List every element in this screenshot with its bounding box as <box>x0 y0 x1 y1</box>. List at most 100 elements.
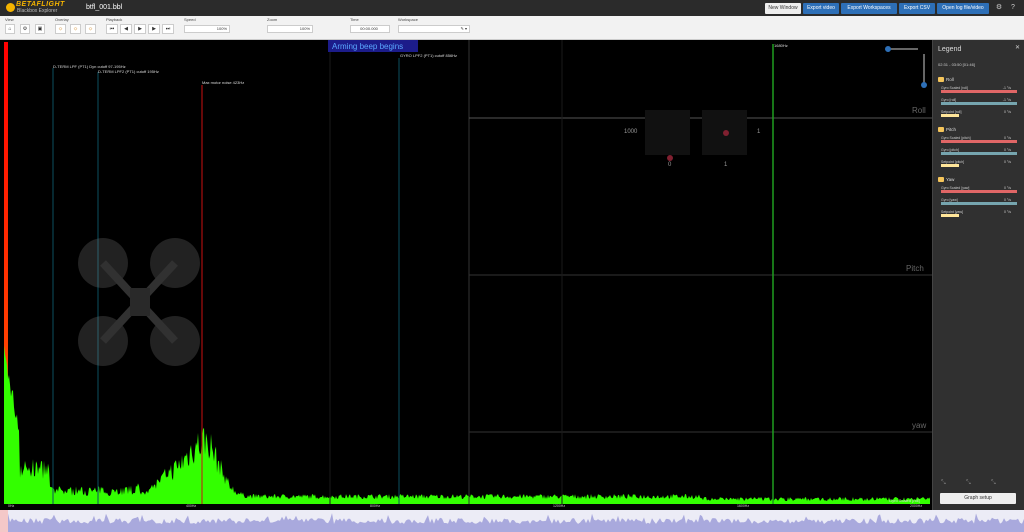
legend-section-pitch[interactable]: Pitch <box>938 127 957 133</box>
yaw-axis-name: yaw <box>912 421 927 430</box>
legend-item[interactable]: Gyro [yaw] 0 °/s <box>941 198 1019 207</box>
item-value: 0 °/s <box>1003 210 1011 214</box>
legend-title: Legend <box>938 46 962 53</box>
speed-label: Speed <box>184 17 196 22</box>
zoom-label: Zoom <box>267 17 278 22</box>
timeline-trace <box>0 513 1024 532</box>
legend-item[interactable]: Setpoint [yaw] 0 °/s <box>941 210 1019 219</box>
section-title: Pitch <box>946 127 957 132</box>
export-workspaces-button[interactable]: Export Workspaces <box>841 3 897 14</box>
settings-icon[interactable]: ⚙ <box>20 24 30 34</box>
stick-left-dot <box>667 155 673 161</box>
quad-overlay-icon <box>78 238 200 366</box>
home-icon[interactable]: ⌂ <box>5 24 15 34</box>
view-label: View <box>5 17 14 22</box>
pitch-axis-name: Pitch <box>906 264 924 273</box>
top-bar: BETAFLIGHT Blackbox Explorer btfl_001.bb… <box>0 0 1024 16</box>
x-tick-label: 400Hz <box>186 504 197 508</box>
close-icon[interactable]: ✕ <box>1015 44 1020 51</box>
expand-icon[interactable]: ⤡ <box>991 480 996 487</box>
step-back-icon[interactable]: ◀ <box>120 24 132 34</box>
workspace-label: Workspace <box>398 17 418 22</box>
legend-item[interactable]: Gyro [pitch] 0 °/s <box>941 148 1019 157</box>
section-title: Roll <box>946 77 954 82</box>
expand-icon[interactable]: ⤡ <box>941 480 946 487</box>
new-window-button[interactable]: New Window <box>765 3 801 14</box>
trace-name-label: Gyro Scaled [roll] <box>889 498 920 503</box>
stick-left-box <box>645 110 690 155</box>
step-forward-icon[interactable]: ▶ <box>148 24 160 34</box>
workspace-select[interactable]: ✎ ▾ <box>398 25 470 33</box>
item-color-bar <box>941 202 1017 205</box>
overlay-toggle-1[interactable]: ⬦ <box>55 24 66 34</box>
stick-value-label: 1 <box>757 129 761 135</box>
overlay-toggle-3[interactable]: ⬦ <box>85 24 96 34</box>
zoom-slider-handle[interactable] <box>885 46 891 52</box>
legend-panel: Legend ✕ 02:31 - 03:50 [01:46] Roll Gyro… <box>932 40 1024 510</box>
export-video-button[interactable]: Export video <box>803 3 839 14</box>
arming-banner-text: Arming beep begins <box>332 42 404 51</box>
x-tick-label: 1200Hz <box>553 504 566 508</box>
legend-item[interactable]: Setpoint [roll] 0 °/s <box>941 110 1019 119</box>
marker-1680-label: 1680Hz <box>774 43 788 48</box>
x-tick-label: 2000Hz <box>910 504 923 508</box>
overlay-toggle-2[interactable]: ⬦ <box>70 24 81 34</box>
export-csv-button[interactable]: Export CSV <box>899 3 935 14</box>
timeline-selection-start <box>0 510 8 532</box>
legend-section-roll[interactable]: Roll <box>938 77 954 83</box>
legend-item[interactable]: Gyro [roll] -1 °/s <box>941 98 1019 107</box>
gyro-lpf2-label: GYRO LPF2 (PT1) cutoff 856Hz <box>400 53 458 58</box>
graph-setup-button[interactable]: Graph setup <box>940 493 1016 504</box>
speed-input[interactable]: 100% <box>184 25 230 33</box>
file-name: btfl_001.bbl <box>86 4 123 11</box>
stick-value-label: 1000 <box>624 129 638 135</box>
item-color-bar <box>941 140 1017 143</box>
spectrum-svg <box>4 40 932 504</box>
play-icon[interactable]: ▶ <box>134 24 146 34</box>
gain-slider-handle[interactable] <box>921 82 927 88</box>
legend-time-range: 02:31 - 03:50 [01:46] <box>938 62 975 67</box>
time-input[interactable]: 00:00.000 <box>350 25 390 33</box>
legend-item[interactable]: Gyro Scaled [roll] -1 °/s <box>941 86 1019 95</box>
item-value: 0 °/s <box>1003 160 1011 164</box>
roll-axis-name: Roll <box>912 106 926 115</box>
legend-item[interactable]: Gyro Scaled [yaw] 0 °/s <box>941 186 1019 195</box>
spectrum-area <box>4 345 930 504</box>
playback-label: Playback <box>106 17 123 22</box>
open-log-button[interactable]: Open log file/video <box>937 3 989 14</box>
x-tick-label: 0Hz <box>8 504 15 508</box>
legend-item[interactable]: Setpoint [pitch] 0 °/s <box>941 160 1019 169</box>
skip-start-icon[interactable]: ⏮ <box>106 24 118 34</box>
skip-end-icon[interactable]: ⏭ <box>162 24 174 34</box>
app-logo: BETAFLIGHT Blackbox Explorer <box>6 1 68 15</box>
dterm-lpf2-label: D-TERM LPF2 (PT1) cutoff 195Hz <box>98 69 159 74</box>
toolbar: View ⌂ ⚙ ▣ Overlay ⬦ ⬦ ⬦ Playback ⏮ ◀ ▶ … <box>0 16 1024 40</box>
bee-icon <box>6 3 15 12</box>
help-icon[interactable]: ? <box>1009 4 1017 12</box>
folder-icon <box>938 177 944 183</box>
timeline-strip[interactable] <box>0 510 1024 532</box>
item-color-bar <box>941 152 1017 155</box>
save-icon[interactable]: ▣ <box>35 24 45 34</box>
gear-icon[interactable]: ⚙ <box>995 4 1003 12</box>
zoom-input[interactable]: 100% <box>267 25 313 33</box>
brand-subtitle: Blackbox Explorer <box>17 8 58 14</box>
time-label: Time <box>350 17 359 22</box>
expand-icon[interactable]: ⤡ <box>966 480 971 487</box>
stick-right-dot <box>723 130 729 136</box>
x-tick-label: 1600Hz <box>737 504 750 508</box>
item-color-bar <box>941 164 959 167</box>
max-motor-noise-label: Max motor noise 423Hz <box>202 80 245 85</box>
arming-banner: Arming beep begins <box>328 40 418 52</box>
item-color-bar <box>941 214 959 217</box>
legend-item[interactable]: Gyro Scaled [pitch] 0 °/s <box>941 136 1019 145</box>
item-color-bar <box>941 102 1017 105</box>
item-color-bar <box>941 114 959 117</box>
folder-icon <box>938 77 944 83</box>
spectrum-graph[interactable]: Arming beep begins D-TERM LPF (PT1) Dyn … <box>0 40 932 510</box>
legend-section-yaw[interactable]: Yaw <box>938 177 954 183</box>
item-color-bar <box>941 90 1017 93</box>
x-tick-label: 800Hz <box>370 504 381 508</box>
item-value: 0 °/s <box>1003 110 1011 114</box>
stick-value-label: 1 <box>724 162 728 168</box>
